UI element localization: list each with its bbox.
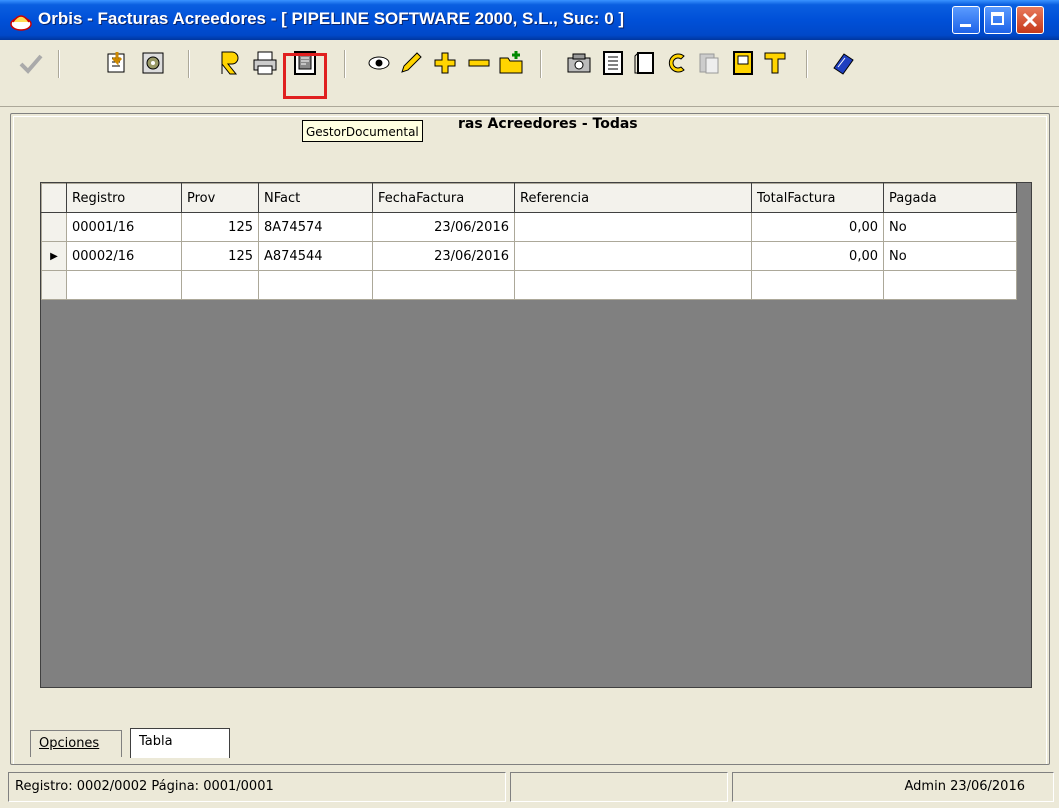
data-grid[interactable]: Registro Prov NFact FechaFactura Referen… [40,182,1032,688]
toolbar [0,40,1059,107]
settings-icon[interactable] [140,50,166,76]
copy-icon[interactable] [632,50,658,76]
table-header-row: Registro Prov NFact FechaFactura Referen… [41,183,1017,213]
t-letter-icon[interactable] [762,50,788,76]
camera-icon[interactable] [566,50,592,76]
document-icon[interactable] [730,50,756,76]
close-icon [1022,12,1038,28]
help-book-icon[interactable] [830,50,856,76]
column-header-prov[interactable]: Prov [181,183,259,213]
c-letter-icon[interactable] [664,50,690,76]
cell-fechafactura[interactable]: 23/06/2016 [372,212,515,242]
table-row[interactable]: ▶ 00002/16 125 A874544 23/06/2016 0,00 N… [41,241,1017,271]
cell-empty[interactable] [883,270,1017,300]
cell-empty[interactable] [751,270,884,300]
table-row-new[interactable] [41,270,1017,300]
row-indicator[interactable] [41,212,67,242]
column-header-totalfactura[interactable]: TotalFactura [751,183,884,213]
close-button[interactable] [1016,6,1044,34]
table-row[interactable]: 00001/16 125 8A74574 23/06/2016 0,00 No [41,212,1017,242]
cell-nfact[interactable]: 8A74574 [258,212,373,242]
minimize-button[interactable] [952,6,980,34]
remove-minus-icon[interactable] [466,50,492,76]
title-bar[interactable]: Orbis - Facturas Acreedores - [ PIPELINE… [0,0,1059,40]
status-bar: Registro: 0002/0002 Página: 0001/0001 Ad… [0,768,1059,808]
view-eye-icon[interactable] [366,50,392,76]
cell-empty[interactable] [181,270,259,300]
cell-totalfactura[interactable]: 0,00 [751,241,884,271]
highlight-box [283,53,327,99]
window-title: Orbis - Facturas Acreedores - [ PIPELINE… [38,9,625,28]
invoice-table: Registro Prov NFact FechaFactura Referen… [41,183,1017,300]
list-icon[interactable] [600,50,626,76]
status-record-info: Registro: 0002/0002 Página: 0001/0001 [8,772,506,802]
column-header-referencia[interactable]: Referencia [514,183,752,213]
column-header-fechafactura[interactable]: FechaFactura [372,183,515,213]
app-icon [10,15,32,31]
row-indicator-header [41,183,67,213]
cell-fechafactura[interactable]: 23/06/2016 [372,241,515,271]
cell-nfact[interactable]: A874544 [258,241,373,271]
view-title: ras Acreedores - Todas [458,116,638,132]
cell-empty[interactable] [372,270,515,300]
cell-registro[interactable]: 00001/16 [66,212,182,242]
toolbar-separator [806,50,808,78]
status-middle [510,772,728,802]
status-user-date: Admin 23/06/2016 [732,772,1054,802]
cell-totalfactura[interactable]: 0,00 [751,212,884,242]
tooltip: GestorDocumental [302,120,423,142]
column-header-pagada[interactable]: Pagada [883,183,1017,213]
current-row-indicator[interactable]: ▶ [41,241,67,271]
paste-icon[interactable] [696,50,722,76]
cell-pagada[interactable]: No [883,212,1017,242]
maximize-button[interactable] [984,6,1012,34]
cell-empty[interactable] [66,270,182,300]
accept-check-icon[interactable] [18,50,44,76]
cell-referencia[interactable] [514,212,752,242]
add-plus-icon[interactable] [432,50,458,76]
cell-referencia[interactable] [514,241,752,271]
tab-tabla[interactable]: Tabla [130,728,230,758]
toolbar-separator [188,50,190,78]
cell-empty[interactable] [514,270,752,300]
import-icon[interactable] [104,50,130,76]
column-header-registro[interactable]: Registro [66,183,182,213]
print-icon[interactable] [252,50,278,76]
tab-opciones[interactable]: Opciones [30,730,122,757]
column-header-nfact[interactable]: NFact [258,183,373,213]
cell-prov[interactable]: 125 [181,241,259,271]
cell-registro[interactable]: 00002/16 [66,241,182,271]
row-indicator[interactable] [41,270,67,300]
edit-pencil-icon[interactable] [398,50,424,76]
cell-pagada[interactable]: No [883,241,1017,271]
toolbar-separator [58,50,60,78]
new-folder-icon[interactable] [498,50,524,76]
cell-empty[interactable] [258,270,373,300]
report-icon[interactable] [218,50,244,76]
toolbar-separator [540,50,542,78]
toolbar-separator [344,50,346,78]
cell-prov[interactable]: 125 [181,212,259,242]
